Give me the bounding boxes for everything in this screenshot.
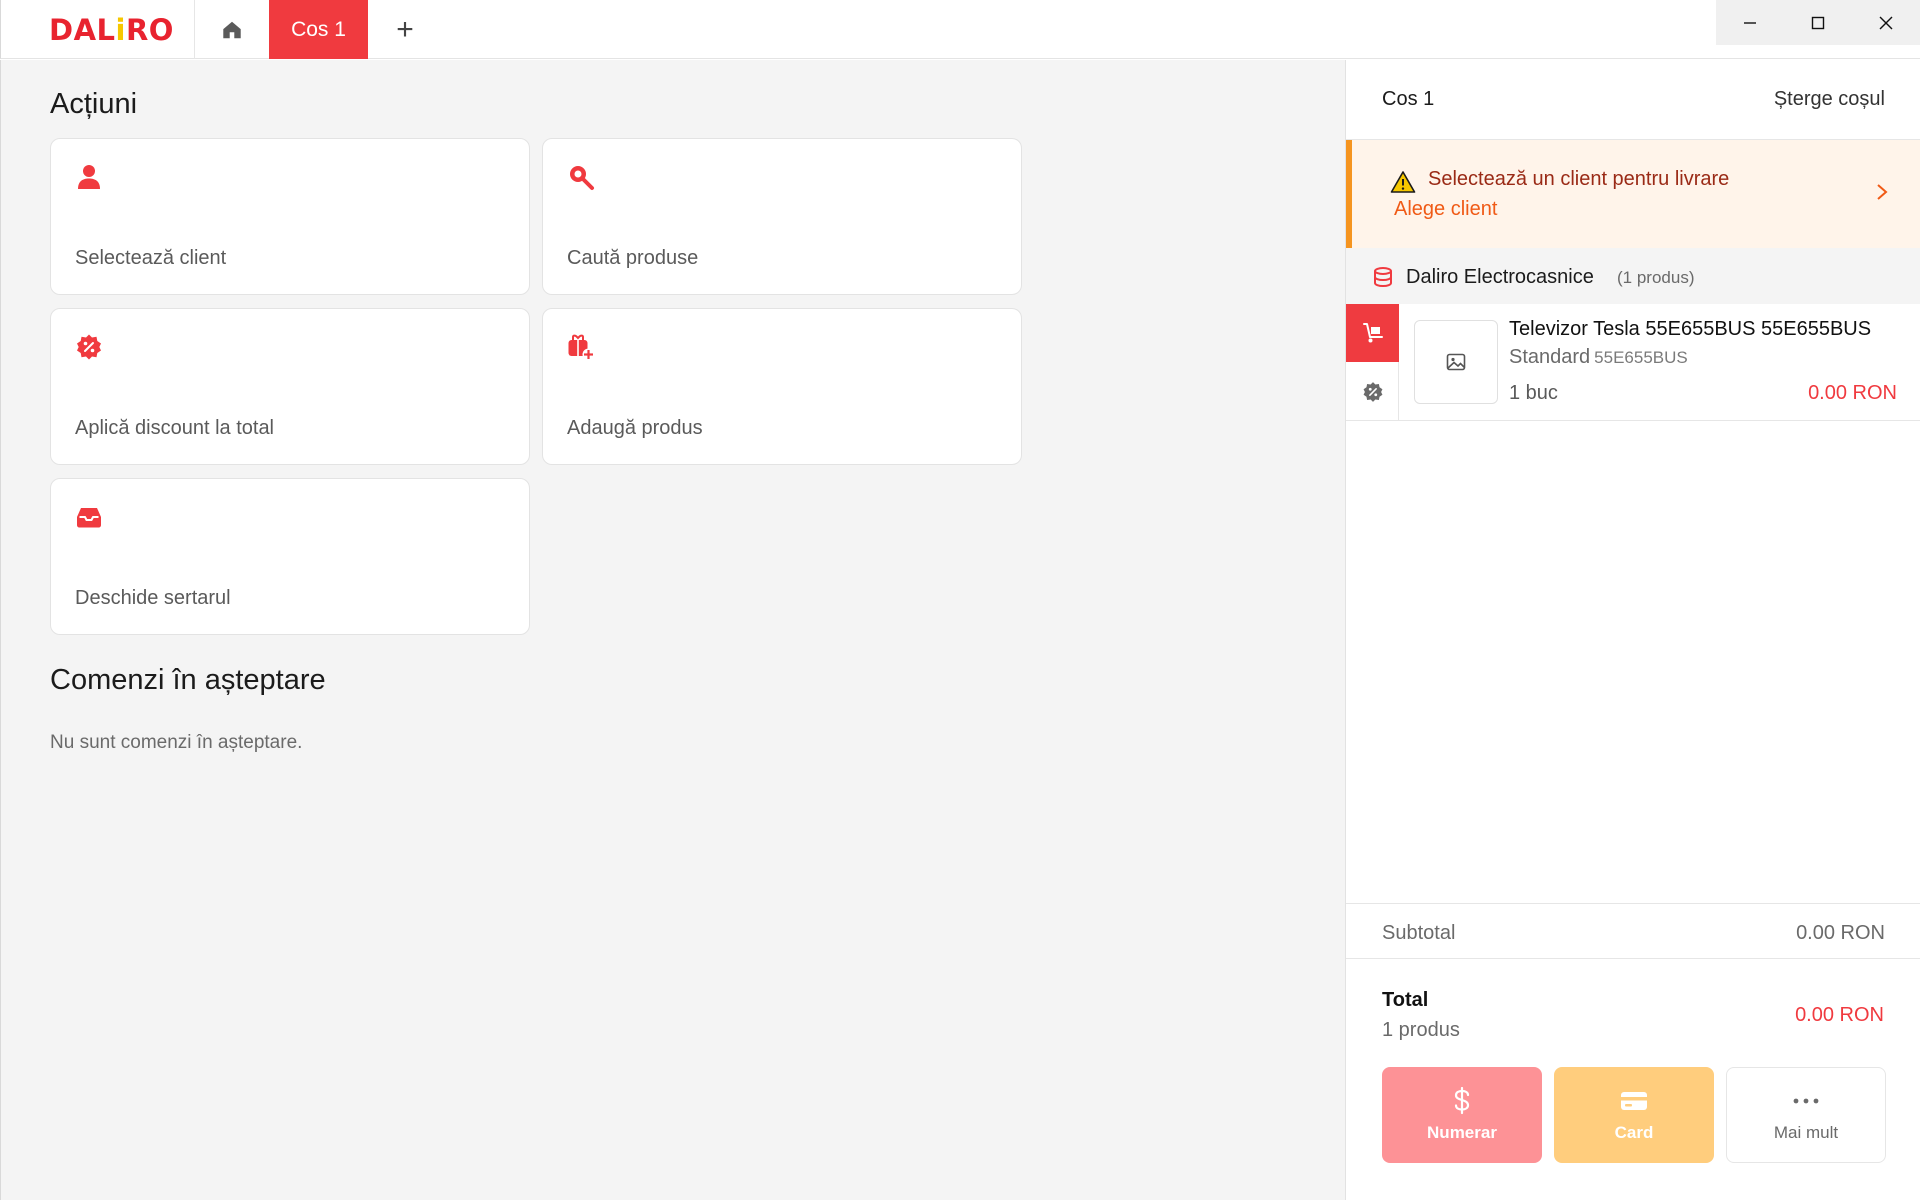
pending-orders-title: Comenzi în așteptare bbox=[50, 664, 326, 696]
chevron-right-icon bbox=[1877, 184, 1888, 200]
daliro-logo: DAL i RO bbox=[49, 13, 174, 47]
discount-badge-icon bbox=[1363, 381, 1382, 402]
store-product-count: (1 produs) bbox=[1617, 268, 1695, 287]
subtotal-row: Subtotal 0.00 RON bbox=[1346, 903, 1920, 959]
card-label: Selectează client bbox=[75, 247, 227, 269]
window-controls bbox=[1716, 0, 1920, 45]
warning-icon bbox=[1390, 171, 1416, 193]
open-drawer-card[interactable]: Deschide sertarul bbox=[50, 478, 530, 635]
select-client-alert[interactable]: Selectează un client pentru livrare Aleg… bbox=[1346, 140, 1920, 248]
pay-card-button[interactable]: Card bbox=[1554, 1067, 1714, 1163]
home-icon bbox=[223, 21, 241, 38]
pay-cash-label: Numerar bbox=[1427, 1123, 1497, 1142]
maximize-button[interactable] bbox=[1784, 0, 1852, 45]
product-quantity[interactable]: 1 buc bbox=[1509, 382, 1558, 405]
cart-header: Cos 1 Șterge coșul bbox=[1346, 60, 1920, 140]
card-label: Deschide sertarul bbox=[75, 587, 231, 609]
product-name: Televizor Tesla 55E655BUS 55E655BUS bbox=[1509, 318, 1872, 340]
cart-title: Cos 1 bbox=[1382, 88, 1435, 110]
alert-title: Selectează un client pentru livrare bbox=[1428, 168, 1730, 190]
credit-card-icon bbox=[1620, 1087, 1648, 1115]
subtotal-value: 0.00 RON bbox=[1796, 922, 1885, 944]
more-payment-options-button[interactable]: Mai mult bbox=[1726, 1067, 1886, 1163]
user-icon bbox=[78, 165, 100, 189]
search-products-card[interactable]: Caută produse bbox=[542, 138, 1022, 295]
dolly-icon bbox=[1362, 323, 1383, 343]
tab-label: Cos 1 bbox=[291, 17, 346, 41]
add-tab-button[interactable]: + bbox=[387, 0, 423, 59]
choose-client-link[interactable]: Alege client bbox=[1394, 198, 1497, 221]
total-value: 0.00 RON bbox=[1795, 1004, 1884, 1026]
add-product-icon bbox=[568, 334, 595, 361]
store-header: Daliro Electrocasnice (1 produs) bbox=[1346, 248, 1920, 304]
more-label: Mai mult bbox=[1773, 1123, 1839, 1142]
card-label: Adaugă produs bbox=[567, 417, 703, 439]
apply-discount-card[interactable]: Aplică discount la total bbox=[50, 308, 530, 465]
add-product-card[interactable]: Adaugă produs bbox=[542, 308, 1022, 465]
product-sku: 55E655BUS bbox=[1594, 348, 1688, 367]
remove-item-button[interactable] bbox=[1346, 304, 1399, 362]
main-area: Acțiuni Selectează client Caută produse … bbox=[0, 60, 1345, 1200]
select-client-card[interactable]: Selectează client bbox=[50, 138, 530, 295]
dollar-icon bbox=[1448, 1087, 1476, 1115]
image-placeholder-icon bbox=[1446, 353, 1466, 371]
pay-card-label: Card bbox=[1614, 1123, 1654, 1142]
cart-item: Televizor Tesla 55E655BUS 55E655BUS Stan… bbox=[1346, 304, 1920, 421]
product-price: 0.00 RON bbox=[1808, 382, 1897, 404]
pending-orders-empty: Nu sunt comenzi în așteptare. bbox=[50, 732, 303, 753]
minimize-icon bbox=[1744, 21, 1756, 24]
home-tab[interactable] bbox=[195, 0, 269, 59]
title-bar: DAL i RO Cos 1 + bbox=[0, 0, 1920, 59]
close-button[interactable] bbox=[1852, 0, 1920, 45]
total-label: Total bbox=[1382, 989, 1429, 1011]
cart-panel: Cos 1 Șterge coșul Selectează un client … bbox=[1345, 60, 1920, 1200]
pay-cash-button[interactable]: Numerar bbox=[1382, 1067, 1542, 1163]
tab-cos-1[interactable]: Cos 1 bbox=[269, 0, 368, 59]
more-dots-icon bbox=[1792, 1087, 1820, 1115]
item-discount-button[interactable] bbox=[1346, 362, 1399, 421]
subtotal-label: Subtotal bbox=[1382, 922, 1456, 944]
discount-icon bbox=[77, 334, 101, 360]
close-icon bbox=[1879, 16, 1893, 29]
product-thumbnail bbox=[1414, 320, 1498, 404]
search-icon bbox=[570, 166, 594, 190]
store-name: Daliro Electrocasnice bbox=[1406, 266, 1594, 288]
clear-cart-button[interactable]: Șterge coșul bbox=[1774, 88, 1885, 111]
card-label: Caută produse bbox=[567, 247, 699, 269]
actions-title: Acțiuni bbox=[50, 88, 138, 120]
drawer-icon bbox=[77, 508, 101, 528]
database-icon bbox=[1374, 267, 1392, 288]
minimize-button[interactable] bbox=[1716, 0, 1784, 45]
item-actions bbox=[1346, 304, 1399, 421]
product-variant: Standard 55E655BUS bbox=[1509, 346, 1688, 368]
card-label: Aplică discount la total bbox=[75, 417, 275, 439]
total-product-count: 1 produs bbox=[1382, 1019, 1460, 1041]
maximize-icon bbox=[1811, 16, 1825, 29]
